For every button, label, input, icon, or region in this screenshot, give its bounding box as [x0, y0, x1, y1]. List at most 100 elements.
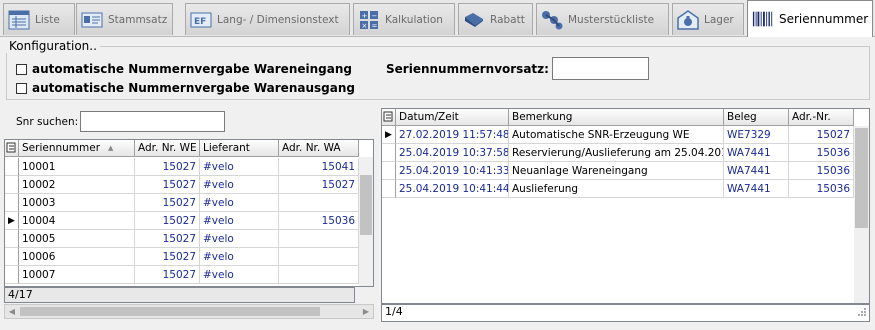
column-header-beleg[interactable]: Beleg	[724, 109, 789, 126]
scrollbar-thumb[interactable]	[20, 307, 320, 316]
table-cell[interactable]: WA7441	[724, 162, 789, 180]
tab-liste[interactable]: Liste	[3, 3, 75, 35]
tab-seriennummer[interactable]: Seriennummer	[747, 0, 873, 37]
column-header-lieferant[interactable]: Lieferant	[200, 140, 279, 157]
table-cell[interactable]: 15041	[279, 158, 359, 176]
table-cell[interactable]: #velo	[200, 212, 279, 230]
column-header-bemerkung[interactable]: Bemerkung	[509, 109, 724, 126]
search-label: Snr suchen:	[16, 116, 79, 128]
table-cell[interactable]: 15027	[789, 126, 854, 144]
table-cell[interactable]: #velo	[200, 158, 279, 176]
column-header-adr-nr-wa[interactable]: Adr. Nr. WA	[279, 140, 359, 157]
resize-grip-icon[interactable]	[855, 307, 867, 319]
row-indicator[interactable]	[5, 248, 19, 266]
row-indicator[interactable]	[382, 144, 396, 162]
table-cell[interactable]: 10007	[19, 266, 135, 284]
table-cell[interactable]	[279, 194, 359, 212]
tab-stammsatz[interactable]: Stammsatz	[76, 3, 173, 35]
table-cell[interactable]: 25.04.2019 10:37:58	[396, 144, 509, 162]
table-cell[interactable]: 10005	[19, 230, 135, 248]
vertical-scrollbar[interactable]	[854, 126, 869, 303]
table-cell[interactable]: 15027	[135, 212, 200, 230]
table-cell[interactable]: 15027	[135, 248, 200, 266]
pane-splitter[interactable]	[375, 103, 380, 325]
horizontal-scrollbar[interactable]: ◀ ▶	[4, 304, 374, 319]
row-indicator[interactable]	[382, 180, 396, 198]
grid-options-icon[interactable]	[382, 109, 396, 126]
column-header-adr-nr[interactable]: Adr.-Nr.	[789, 109, 854, 126]
checkbox-label: automatische Nummernvergabe Wareneingang	[32, 62, 352, 76]
table-cell[interactable]: 27.02.2019 11:57:48	[396, 126, 509, 144]
table-cell[interactable]: 10003	[19, 194, 135, 212]
table-cell[interactable]: WA7441	[724, 180, 789, 198]
table-cell[interactable]: WE7329	[724, 126, 789, 144]
table-cell[interactable]: 10004	[19, 212, 135, 230]
tab-kalkulation[interactable]: + − × = Kalkulation	[353, 3, 455, 35]
scrollbar-thumb[interactable]	[360, 175, 372, 235]
card-icon	[81, 9, 103, 31]
table-cell[interactable]: 10002	[19, 176, 135, 194]
row-indicator[interactable]	[5, 230, 19, 248]
table-cell[interactable]	[279, 248, 359, 266]
scroll-left-icon[interactable]: ◀	[5, 305, 19, 318]
column-header-datum-zeit[interactable]: Datum/Zeit	[396, 109, 509, 126]
table-cell[interactable]: Auslieferung	[509, 180, 724, 198]
row-indicator[interactable]	[5, 194, 19, 212]
table-cell[interactable]: #velo	[200, 266, 279, 284]
checkbox-box[interactable]	[16, 63, 27, 75]
table-cell[interactable]: 10006	[19, 248, 135, 266]
serial-prefix-label: Seriennummernvorsatz:	[386, 62, 549, 76]
table-cell[interactable]: 15027	[135, 176, 200, 194]
table-cell[interactable]: #velo	[200, 194, 279, 212]
table-cell[interactable]: 15036	[789, 180, 854, 198]
table-cell[interactable]: 15027	[135, 158, 200, 176]
table-cell[interactable]: 15027	[279, 176, 359, 194]
table-cell[interactable]: Reservierung/Auslieferung am 25.04.2019	[509, 144, 724, 162]
serial-prefix-input[interactable]	[552, 57, 649, 80]
table-cell[interactable]: #velo	[200, 176, 279, 194]
table-cell[interactable]	[279, 266, 359, 284]
row-indicator[interactable]	[5, 158, 19, 176]
table-cell[interactable]: 15036	[279, 212, 359, 230]
table-cell[interactable]	[279, 230, 359, 248]
table-cell[interactable]: 25.04.2019 10:41:44	[396, 180, 509, 198]
scrollbar-thumb[interactable]	[855, 128, 868, 228]
tab-musterstueckliste[interactable]: Musterstückliste	[536, 3, 669, 35]
column-header-adr-nr-we[interactable]: Adr. Nr. WE	[135, 140, 200, 157]
table-cell[interactable]: 10001	[19, 158, 135, 176]
svg-text:×: ×	[362, 22, 368, 30]
table-cell[interactable]: Automatische SNR-Erzeugung WE	[509, 126, 724, 144]
config-legend: Konfiguration..	[6, 39, 100, 53]
table-cell[interactable]: 15027	[135, 266, 200, 284]
serial-history-grid[interactable]: Datum/Zeit Bemerkung Beleg Adr.-Nr. ▶ 27.…	[381, 108, 870, 304]
table-cell[interactable]: 25.04.2019 10:41:33	[396, 162, 509, 180]
table-cell[interactable]: #velo	[200, 230, 279, 248]
row-indicator[interactable]: ▶	[5, 212, 19, 230]
serial-search-input[interactable]	[80, 111, 225, 132]
column-header-seriennummer[interactable]: Seriennummer ▲	[19, 140, 135, 157]
scroll-right-icon[interactable]: ▶	[359, 305, 373, 318]
auto-numbering-in-checkbox[interactable]: automatische Nummernvergabe Wareneingang	[16, 62, 352, 76]
table-cell[interactable]: WA7441	[724, 144, 789, 162]
row-indicator[interactable]	[5, 266, 19, 284]
auto-numbering-out-checkbox[interactable]: automatische Nummernvergabe Warenausgang	[16, 81, 355, 95]
row-indicator[interactable]: ▶	[382, 126, 396, 144]
tab-lang-dimensionstext[interactable]: EF Lang- / Dimensionstext	[185, 3, 350, 35]
table-cell[interactable]: 15036	[789, 144, 854, 162]
tab-label: Lang- / Dimensionstext	[217, 13, 339, 26]
svg-text:=: =	[372, 22, 378, 30]
table-cell[interactable]: 15036	[789, 162, 854, 180]
vertical-scrollbar[interactable]	[359, 157, 373, 286]
left-grid-record-counter: 4/17	[4, 287, 355, 303]
table-cell[interactable]: 15027	[135, 194, 200, 212]
checkbox-box[interactable]	[16, 82, 27, 94]
table-cell[interactable]: Neuanlage Wareneingang	[509, 162, 724, 180]
serial-numbers-grid[interactable]: Seriennummer ▲ Adr. Nr. WE Lieferant Adr…	[4, 139, 374, 287]
row-indicator[interactable]	[5, 176, 19, 194]
row-indicator[interactable]	[382, 162, 396, 180]
grid-options-icon[interactable]	[5, 140, 19, 157]
table-cell[interactable]: #velo	[200, 248, 279, 266]
tab-rabatt[interactable]: Rabatt	[458, 3, 533, 35]
table-cell[interactable]: 15027	[135, 230, 200, 248]
tab-lager[interactable]: Lager	[672, 3, 744, 35]
